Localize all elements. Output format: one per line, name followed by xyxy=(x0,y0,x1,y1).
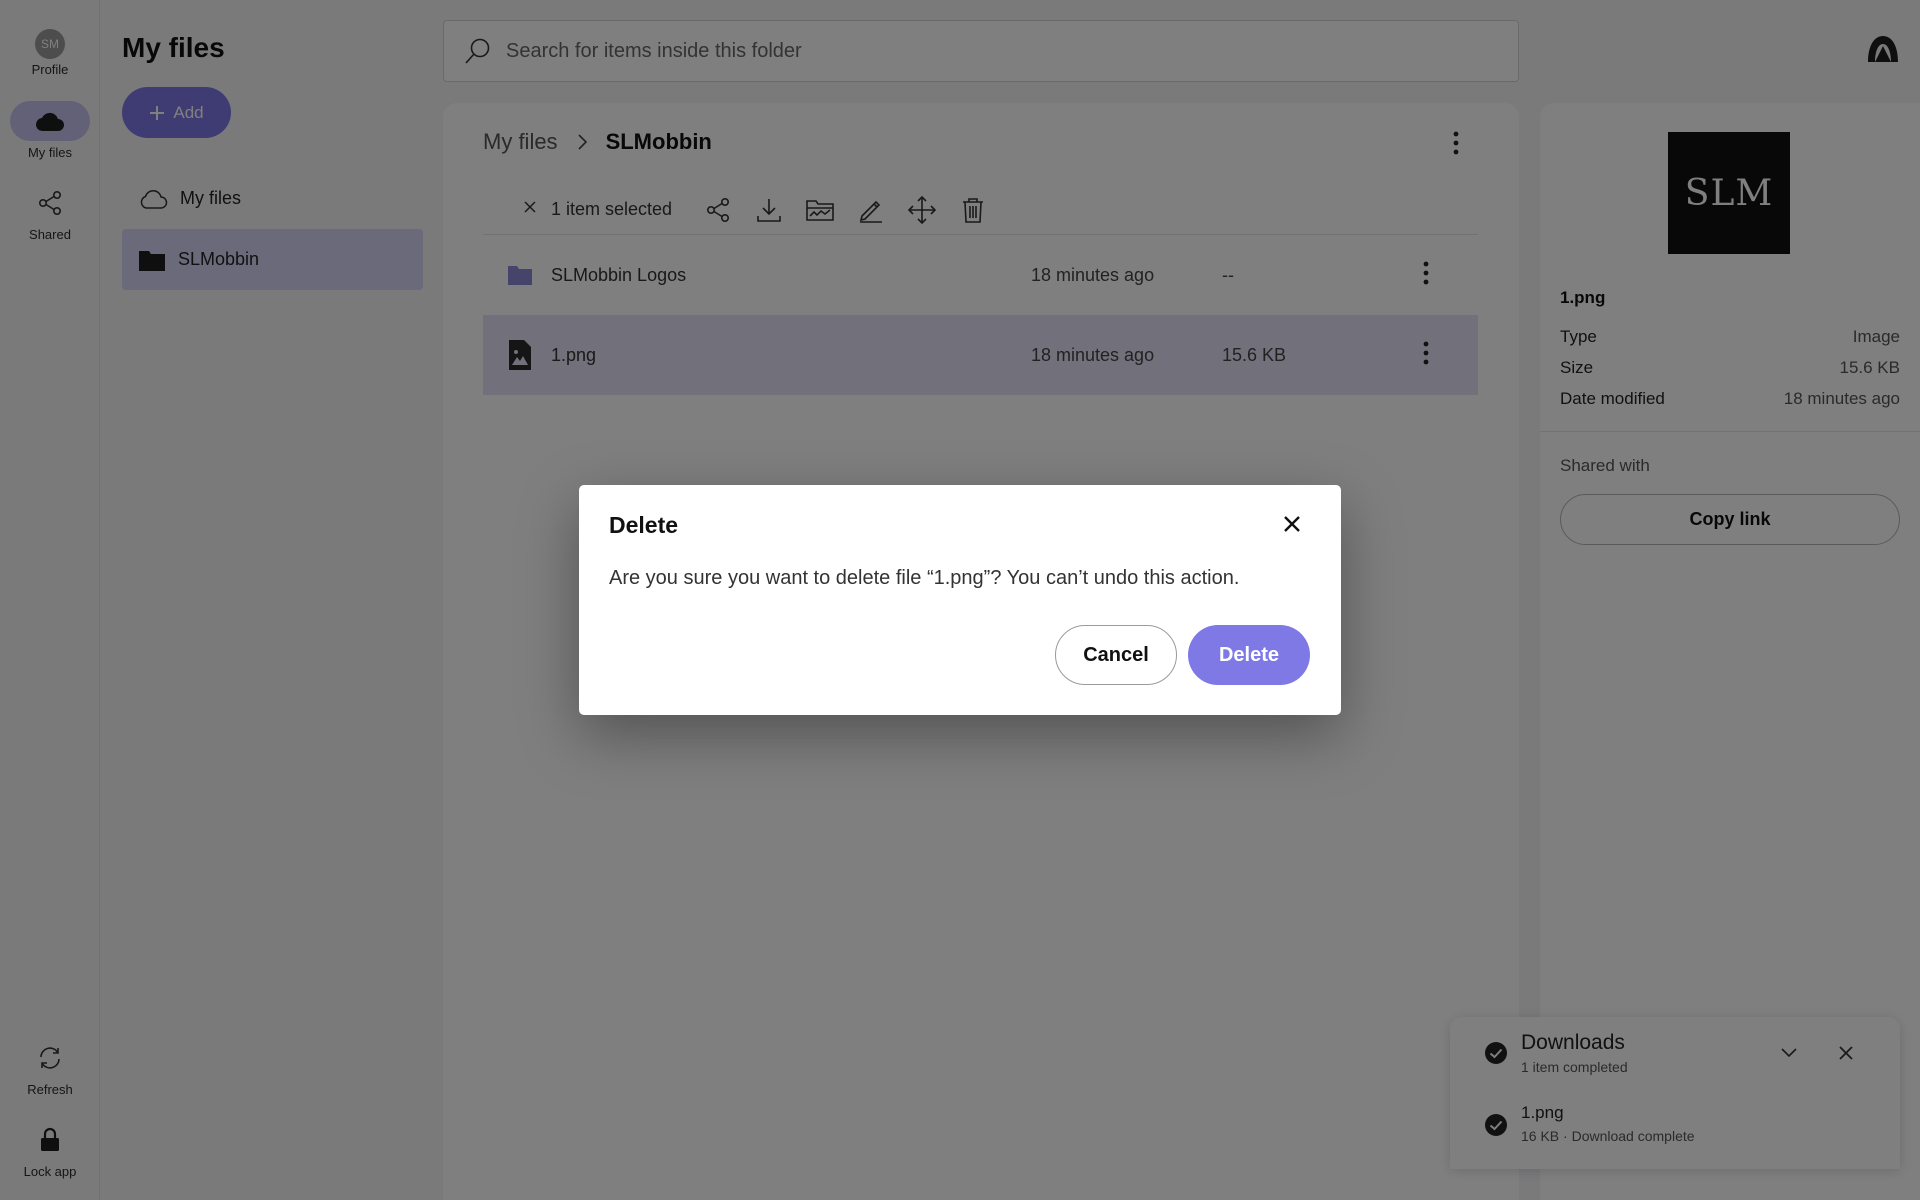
cancel-button[interactable]: Cancel xyxy=(1055,625,1177,685)
delete-dialog: Delete Are you sure you want to delete f… xyxy=(579,485,1341,715)
close-icon xyxy=(1284,516,1300,532)
dialog-close-button[interactable] xyxy=(1283,515,1301,538)
dialog-title: Delete xyxy=(609,512,679,538)
dialog-message: Are you sure you want to delete file “1.… xyxy=(609,567,1240,589)
confirm-delete-button[interactable]: Delete xyxy=(1188,625,1310,685)
